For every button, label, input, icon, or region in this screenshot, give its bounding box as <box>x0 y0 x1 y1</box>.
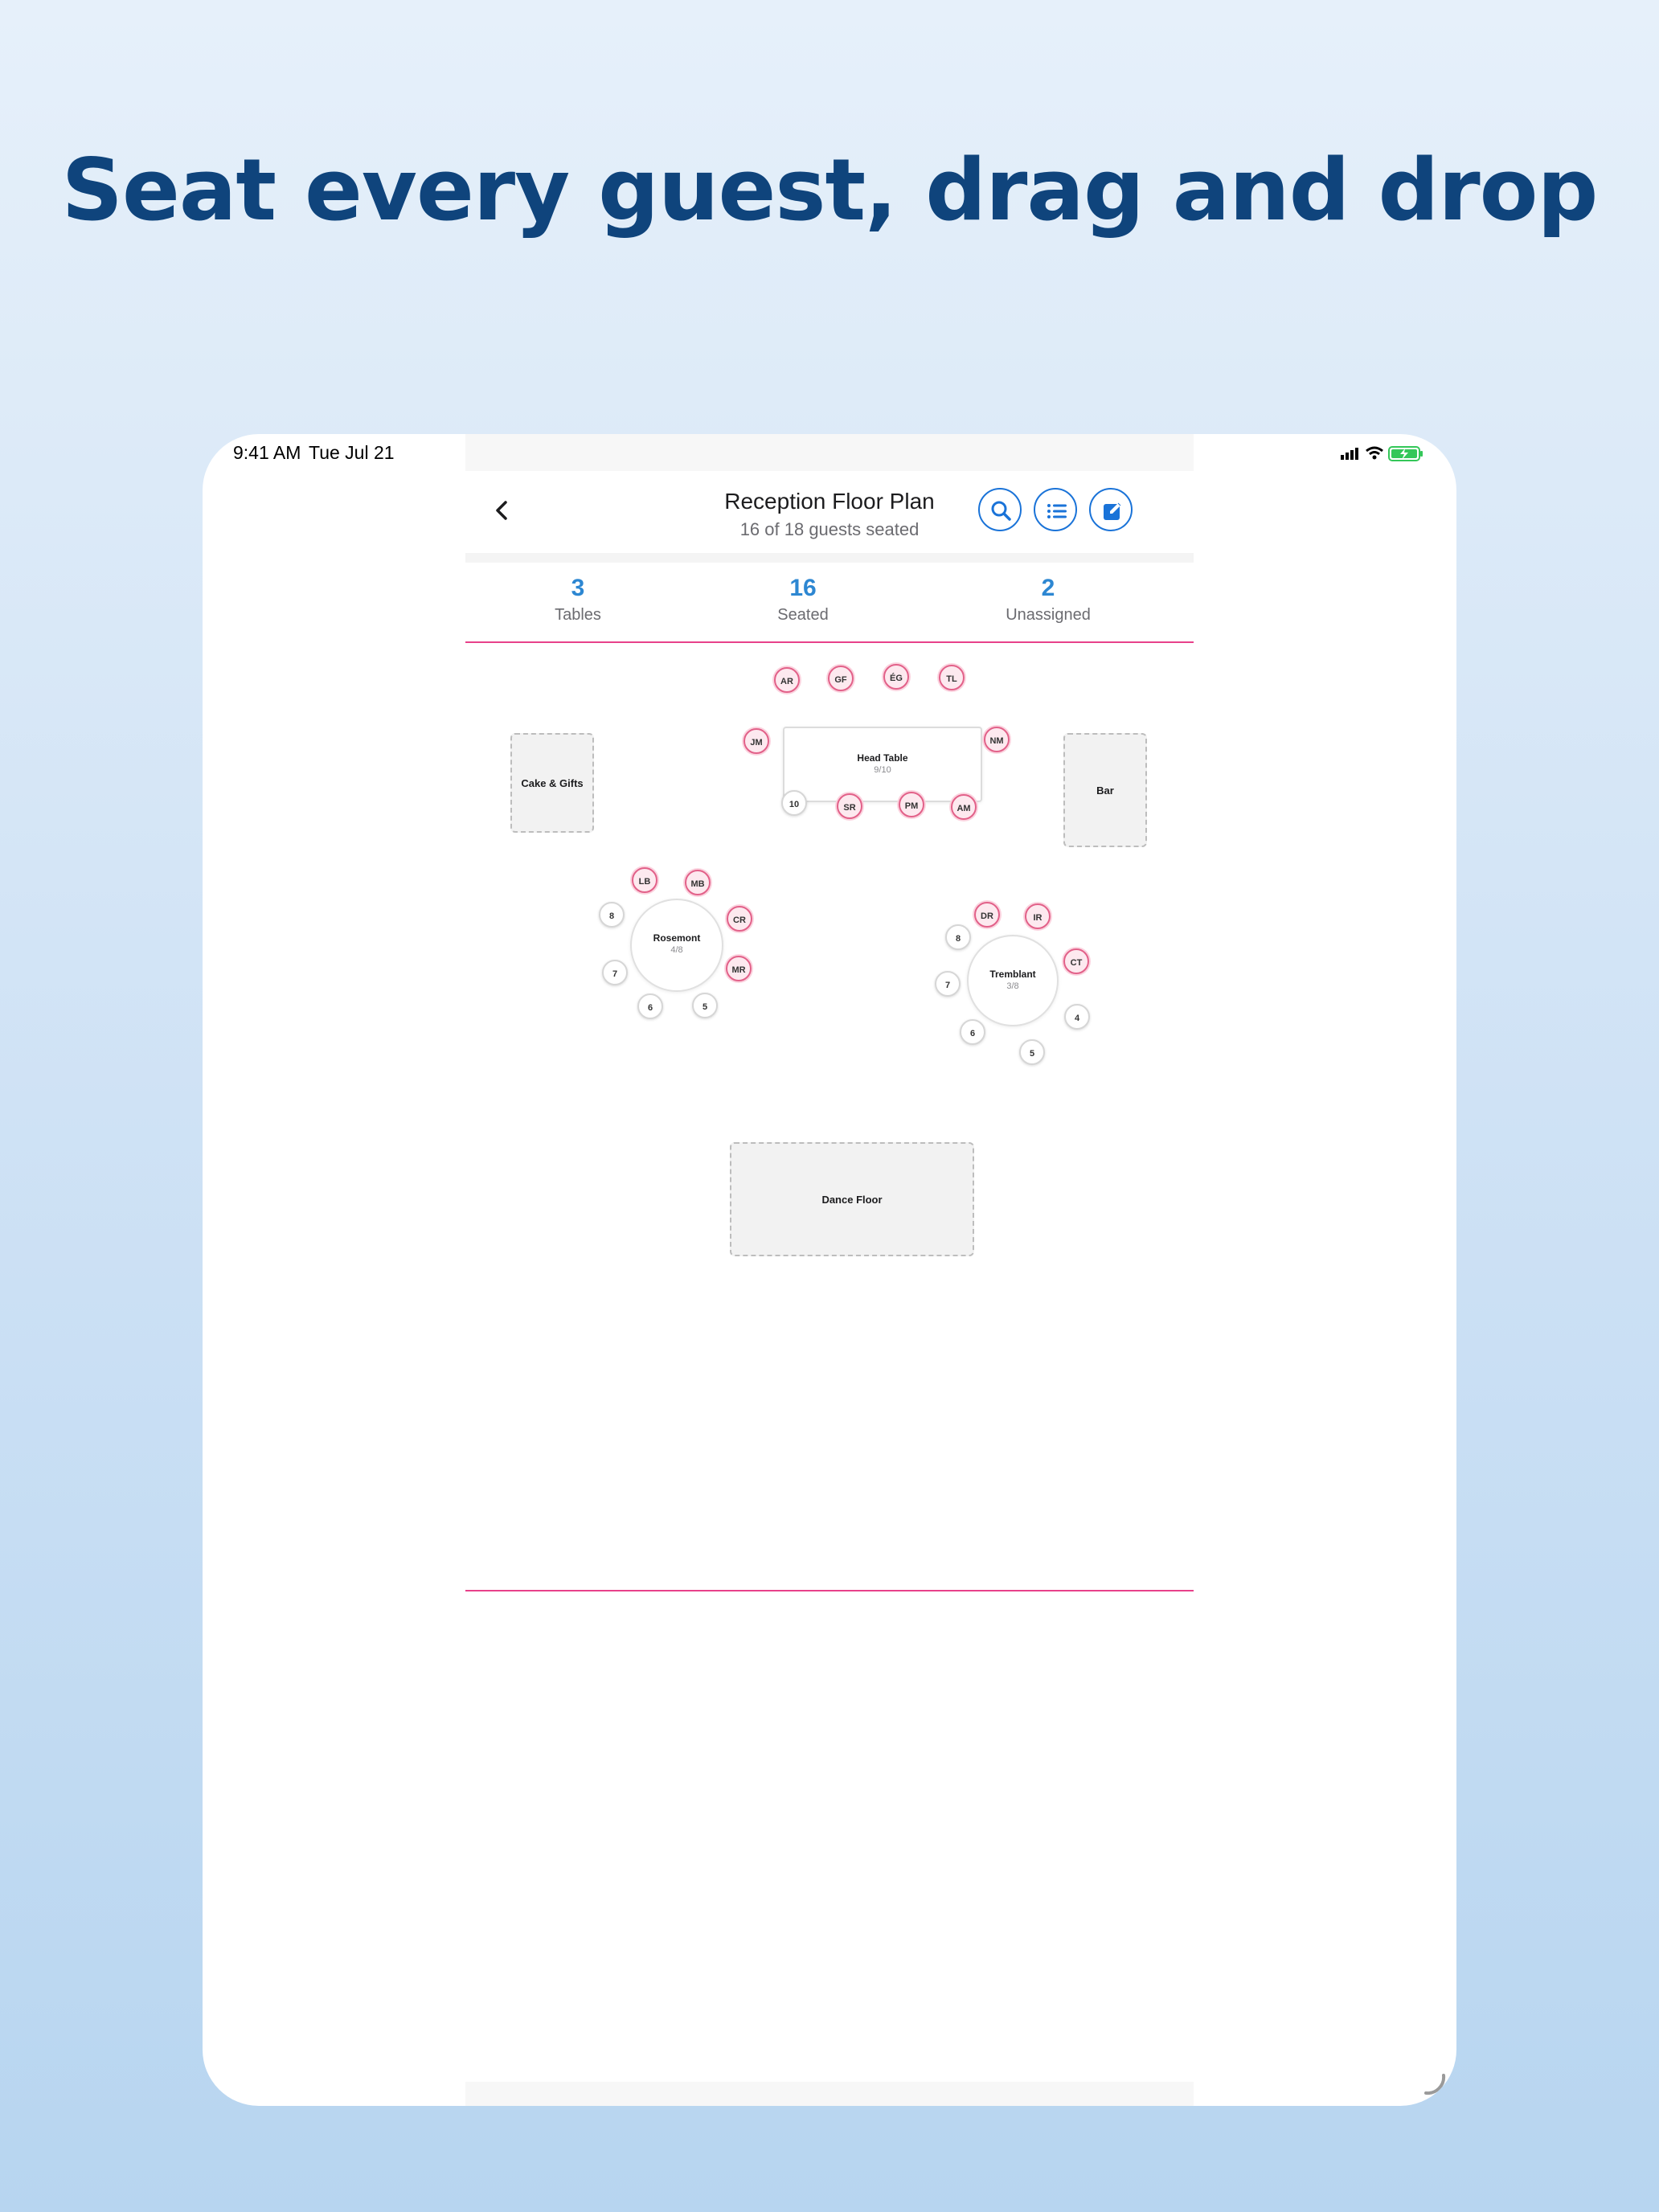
seat-head-pm[interactable]: PM <box>899 792 924 817</box>
seat-tremblant-ct[interactable]: CT <box>1063 948 1089 974</box>
search-button[interactable] <box>978 488 1022 531</box>
table-tremblant[interactable]: Tremblant 3/8 <box>967 935 1059 1026</box>
edit-icon <box>1104 502 1121 520</box>
stat-tables-value: 3 <box>571 575 585 601</box>
head-table[interactable]: Head Table 9/10 <box>783 727 982 802</box>
battery-charging-icon <box>1388 446 1423 461</box>
seat-rosemont-mr[interactable]: MR <box>726 956 752 981</box>
seat-head-jm[interactable]: JM <box>743 728 769 754</box>
seat-rosemont-5[interactable]: 5 <box>692 993 718 1018</box>
seat-head-10[interactable]: 10 <box>781 790 807 816</box>
edit-button[interactable] <box>1089 488 1133 531</box>
status-indicators <box>1337 444 1426 467</box>
table-rosemont[interactable]: Rosemont 4/8 <box>630 899 723 992</box>
stat-unassigned-value: 2 <box>1041 575 1055 601</box>
seat-rosemont-mb[interactable]: MB <box>685 870 711 895</box>
cellular-signal-icon <box>1341 448 1358 460</box>
app-bottom-strip <box>465 2082 1194 2106</box>
seat-head-tl[interactable]: TL <box>939 665 965 690</box>
tablet-screen: 9:41 AM Tue Jul 21 Reception Floor Plan … <box>203 434 1456 2106</box>
list-icon <box>1047 504 1067 518</box>
seat-rosemont-cr[interactable]: CR <box>727 906 752 932</box>
seat-head-am[interactable]: AM <box>951 794 977 820</box>
seat-tremblant-8[interactable]: 8 <box>945 924 971 950</box>
status-time: 9:41 AM <box>233 442 301 463</box>
stat-unassigned: 2 Unassigned <box>968 574 1129 625</box>
seat-rosemont-lb[interactable]: LB <box>632 867 657 893</box>
app-top-strip <box>465 434 1194 471</box>
seat-rosemont-8[interactable]: 8 <box>599 902 625 928</box>
page-title: Reception Floor Plan <box>724 489 935 514</box>
floor-plan-canvas[interactable]: Cake & Gifts Bar Dance Floor Head Table … <box>465 643 1194 1590</box>
stats-bar: 3 Tables 16 Seated 2 Unassigned <box>465 563 1194 643</box>
resize-handle-icon[interactable] <box>1408 2058 1456 2106</box>
seat-tremblant-4[interactable]: 4 <box>1064 1004 1090 1030</box>
wifi-icon <box>1366 446 1383 460</box>
zone-dance-floor[interactable]: Dance Floor <box>730 1142 974 1256</box>
seat-head-gf[interactable]: GF <box>828 666 854 691</box>
seat-tremblant-5[interactable]: 5 <box>1019 1039 1045 1065</box>
seat-head-eg[interactable]: ÉG <box>883 664 909 690</box>
separator-band <box>465 553 1194 563</box>
stat-tables-label: Tables <box>555 606 601 624</box>
zone-bar[interactable]: Bar <box>1063 733 1147 847</box>
seat-head-nm[interactable]: NM <box>984 727 1010 752</box>
seat-tremblant-ir[interactable]: IR <box>1025 903 1051 929</box>
page-subtitle: 16 of 18 guests seated <box>739 519 920 539</box>
seat-rosemont-6[interactable]: 6 <box>637 993 663 1019</box>
stat-unassigned-label: Unassigned <box>1006 606 1091 624</box>
headline: Seat every guest, drag and drop <box>61 141 1599 240</box>
head-table-count: 9/10 <box>874 765 891 775</box>
seat-tremblant-6[interactable]: 6 <box>960 1019 985 1045</box>
canvas-bottom-divider <box>465 1590 1194 1591</box>
zone-cake-gifts[interactable]: Cake & Gifts <box>510 733 594 833</box>
seat-head-ar[interactable]: AR <box>774 667 800 693</box>
status-date: Tue Jul 21 <box>309 442 395 463</box>
search-icon <box>991 501 1011 521</box>
seat-tremblant-dr[interactable]: DR <box>974 902 1000 928</box>
tremblant-count: 3/8 <box>1006 981 1019 991</box>
seat-rosemont-7[interactable]: 7 <box>602 960 628 985</box>
guest-list-button[interactable] <box>1034 488 1077 531</box>
seat-tremblant-7[interactable]: 7 <box>935 971 961 997</box>
rosemont-count: 4/8 <box>670 945 683 955</box>
tremblant-name: Tremblant <box>989 969 1036 980</box>
seat-head-sr[interactable]: SR <box>837 793 862 819</box>
stat-seated-value: 16 <box>789 575 817 601</box>
stat-tables: 3 Tables <box>514 574 642 625</box>
stat-seated-label: Seated <box>777 606 829 624</box>
stat-seated: 16 Seated <box>739 574 867 625</box>
head-table-name: Head Table <box>857 752 908 764</box>
floor-plan-app: Reception Floor Plan 16 of 18 guests sea… <box>465 434 1194 2106</box>
rosemont-name: Rosemont <box>653 932 701 944</box>
